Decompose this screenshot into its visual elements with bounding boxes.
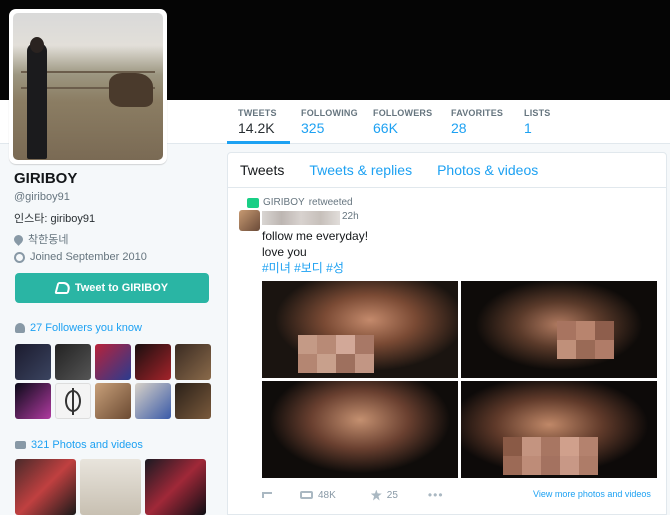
stat-label: FAVORITES: [451, 108, 504, 118]
view-more-link[interactable]: View more photos and videos: [533, 489, 651, 499]
profile-bio: 인스타: giriboy91: [14, 213, 96, 225]
tweet-hashtags[interactable]: #미녀 #보디 #성: [262, 260, 368, 276]
profile-stats: TWEETS 14.2K FOLLOWING 325 FOLLOWERS 66K…: [227, 100, 563, 144]
retweeted-by[interactable]: GIRIBOY: [263, 197, 305, 208]
profile-name[interactable]: GIRIBOY: [14, 170, 77, 187]
profile-handle[interactable]: @giriboy91: [14, 191, 70, 203]
followers-grid: [15, 344, 211, 419]
stat-tweets[interactable]: TWEETS 14.2K: [227, 100, 290, 144]
tweet-author-name-blurred[interactable]: [262, 211, 340, 225]
favorite-action[interactable]: 25: [370, 489, 398, 501]
location-text: 착한동네: [28, 234, 69, 246]
tweet-actions: 48K 25 •••: [262, 488, 444, 502]
joined-text: Joined September 2010: [30, 251, 147, 263]
tweet-media-grid: [262, 281, 657, 478]
tweet-photo[interactable]: [461, 381, 657, 478]
photo-thumbnails: [15, 459, 206, 515]
star-icon: [370, 489, 382, 501]
tweet-line: love you: [262, 245, 307, 259]
stat-lists[interactable]: LISTS 1: [513, 100, 563, 144]
profile-avatar[interactable]: [9, 9, 167, 164]
stat-followers[interactable]: FOLLOWERS 66K: [362, 100, 440, 144]
stat-following[interactable]: FOLLOWING 325: [290, 100, 362, 144]
profile-location: 착한동네: [12, 231, 69, 247]
retweeted-label: retweeted: [308, 197, 353, 208]
follower-avatar[interactable]: [15, 344, 51, 380]
reply-icon[interactable]: [262, 492, 272, 498]
location-pin-icon: [12, 232, 25, 246]
stat-value: 325: [301, 120, 325, 136]
photo-thumbnail[interactable]: [80, 459, 141, 515]
follower-avatar[interactable]: [95, 383, 131, 419]
follower-avatar[interactable]: [15, 383, 51, 419]
followers-you-know-label: 27 Followers you know: [30, 322, 142, 334]
retweet-icon: [247, 197, 259, 208]
retweet-action[interactable]: 48K: [300, 490, 336, 501]
tweet-line: follow me everyday!: [262, 229, 369, 243]
tweet-timestamp[interactable]: 22h: [342, 211, 359, 222]
profile-joined: Joined September 2010: [14, 251, 147, 263]
tweet-photo[interactable]: [262, 381, 458, 478]
tweet-photo[interactable]: [461, 281, 657, 378]
follower-avatar[interactable]: [55, 344, 91, 380]
photo-thumbnail[interactable]: [145, 459, 206, 515]
stat-value: 28: [451, 120, 467, 136]
timeline-panel: Tweets Tweets & replies Photos & videos …: [227, 152, 667, 515]
retweet-icon: [300, 491, 313, 499]
tweet-to-button[interactable]: Tweet to GIRIBOY: [15, 273, 209, 303]
follower-avatar[interactable]: [55, 383, 91, 419]
stat-value: 66K: [373, 120, 398, 136]
tab-tweets-replies[interactable]: Tweets & replies: [309, 162, 412, 178]
retweet-context: GIRIBOY retweeted: [247, 197, 353, 208]
tab-photos-videos[interactable]: Photos & videos: [437, 162, 538, 178]
clock-icon: [14, 251, 25, 263]
followers-you-know-link[interactable]: 27 Followers you know: [15, 322, 142, 334]
camera-icon: [15, 441, 26, 449]
stat-favorites[interactable]: FAVORITES 28: [440, 100, 513, 144]
stat-label: FOLLOWERS: [373, 108, 433, 118]
stat-label: TWEETS: [238, 108, 277, 118]
photos-videos-link[interactable]: 321 Photos and videos: [15, 439, 143, 451]
photo-thumbnail[interactable]: [15, 459, 76, 515]
follower-avatar[interactable]: [175, 344, 211, 380]
stat-label: LISTS: [524, 108, 551, 118]
more-options-icon[interactable]: •••: [428, 488, 444, 502]
timeline-tabs: Tweets Tweets & replies Photos & videos: [228, 153, 666, 188]
stat-label: FOLLOWING: [301, 108, 358, 118]
tweet-photo[interactable]: [262, 281, 458, 378]
retweet-count: 48K: [318, 489, 336, 501]
follower-avatar[interactable]: [175, 383, 211, 419]
follower-avatar[interactable]: [95, 344, 131, 380]
avatar-photo: [13, 13, 163, 160]
tweet-author-avatar[interactable]: [239, 210, 260, 231]
follower-avatar[interactable]: [135, 344, 171, 380]
compose-icon: [54, 282, 72, 294]
tweet-to-label: Tweet to GIRIBOY: [74, 282, 169, 294]
favorite-count: 25: [386, 489, 398, 501]
tweet-text: follow me everyday! love you #미녀 #보디 #성: [262, 228, 368, 276]
person-icon: [15, 323, 25, 333]
stat-value: 14.2K: [238, 120, 275, 136]
stat-value: 1: [524, 120, 532, 136]
tab-tweets[interactable]: Tweets: [240, 162, 284, 178]
photos-videos-label: 321 Photos and videos: [31, 439, 143, 451]
follower-avatar[interactable]: [135, 383, 171, 419]
